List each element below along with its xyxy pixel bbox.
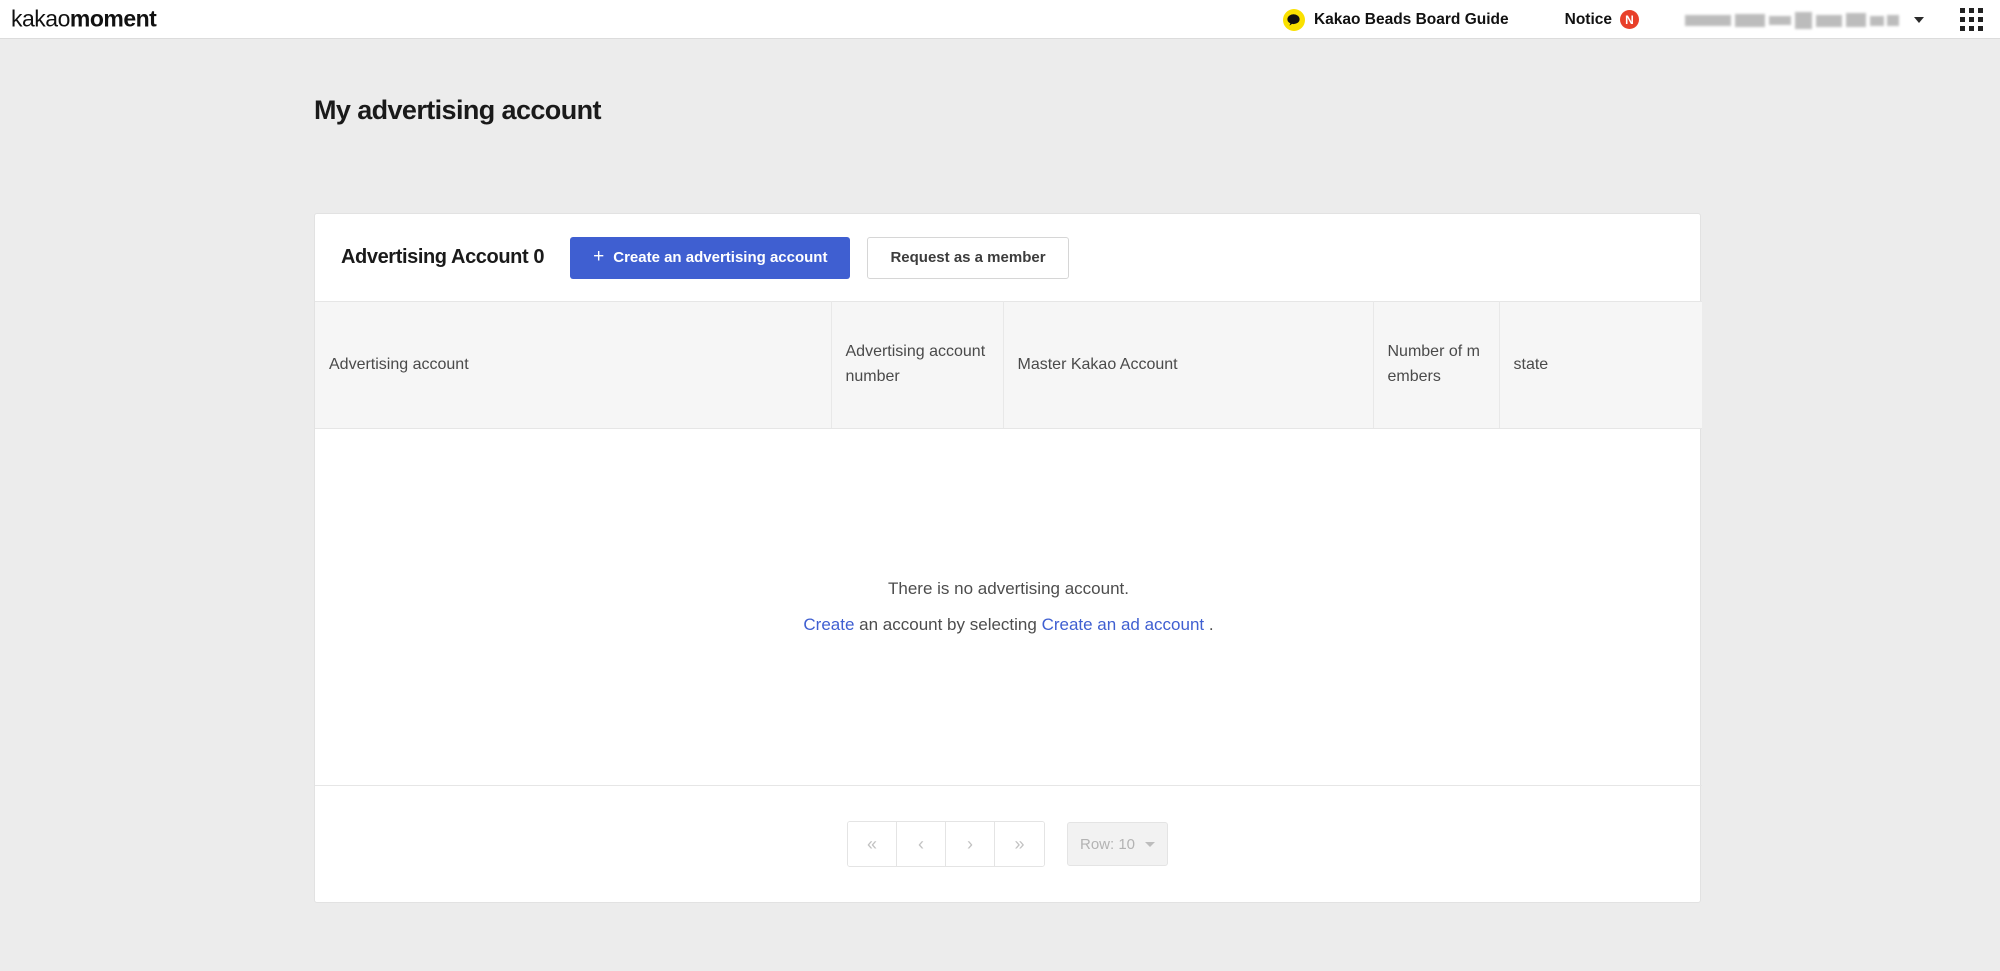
last-page-button[interactable]: » bbox=[995, 822, 1044, 866]
create-link[interactable]: Create bbox=[803, 615, 854, 634]
kakao-beads-board-guide-label: Kakao Beads Board Guide bbox=[1313, 10, 1509, 28]
advertising-account-count-heading: Advertising Account 0 bbox=[341, 246, 545, 268]
first-page-button[interactable]: « bbox=[848, 822, 897, 866]
request-as-member-button[interactable]: Request as a member bbox=[867, 236, 1069, 279]
notice-new-badge: N bbox=[1620, 10, 1639, 29]
brand-logo[interactable]: kakaomoment bbox=[11, 5, 157, 33]
column-header-advertising-account-number[interactable]: Advertising account number bbox=[831, 301, 1004, 429]
empty-state-end-text: . bbox=[1204, 615, 1214, 634]
pagination-controls: « ‹ › » bbox=[847, 821, 1045, 867]
rows-per-page-select[interactable]: Row: 10 bbox=[1067, 822, 1168, 866]
empty-state-primary-text: There is no advertising account. bbox=[888, 579, 1129, 598]
page-title: My advertising account bbox=[314, 95, 601, 125]
pagination-bar: « ‹ › » Row: 10 bbox=[315, 786, 1700, 902]
notice-label: Notice bbox=[1564, 10, 1612, 28]
advertising-account-card: Advertising Account 0 + Create an advert… bbox=[314, 213, 1702, 903]
column-header-state[interactable]: state bbox=[1499, 301, 1702, 429]
chevron-down-icon bbox=[1914, 16, 1924, 23]
create-advertising-account-button[interactable]: + Create an advertising account bbox=[570, 236, 851, 279]
table-empty-row: There is no advertising account. Create … bbox=[315, 428, 1702, 786]
table-body: There is no advertising account. Create … bbox=[315, 428, 1702, 786]
kakao-speech-bubble-icon bbox=[1282, 8, 1305, 31]
notice-link[interactable]: Notice N bbox=[1565, 10, 1639, 29]
card-toolbar: Advertising Account 0 + Create an advert… bbox=[315, 214, 1700, 301]
create-ad-account-link[interactable]: Create an ad account bbox=[1042, 615, 1205, 634]
table-header: Advertising account Advertising account … bbox=[315, 301, 1702, 429]
top-bar-right-group: Kakao Beads Board Guide Notice N bbox=[1282, 0, 2000, 39]
request-as-member-label: Request as a member bbox=[890, 249, 1046, 266]
column-header-number-of-members[interactable]: Number of members bbox=[1373, 301, 1500, 429]
brand-logo-bold: moment bbox=[69, 5, 157, 32]
chevron-down-icon bbox=[1145, 841, 1155, 847]
next-page-button[interactable]: › bbox=[946, 822, 995, 866]
advertising-accounts-table: Advertising account Advertising account … bbox=[315, 301, 1702, 786]
table-header-row: Advertising account Advertising account … bbox=[315, 301, 1702, 429]
empty-state-middle-text: an account by selecting bbox=[854, 615, 1042, 634]
empty-state: There is no advertising account. Create … bbox=[315, 428, 1702, 786]
empty-state-secondary-text: Create an account by selecting Create an… bbox=[315, 615, 1702, 635]
previous-page-button[interactable]: ‹ bbox=[897, 822, 946, 866]
brand-logo-light: kakao bbox=[11, 5, 70, 32]
plus-icon: + bbox=[593, 246, 605, 267]
rows-per-page-label: Row: 10 bbox=[1080, 835, 1136, 853]
top-navigation-bar: kakaomoment Kakao Beads Board Guide Noti… bbox=[0, 0, 2000, 39]
account-menu[interactable] bbox=[1683, 10, 1924, 30]
account-name-masked bbox=[1683, 10, 1901, 30]
create-advertising-account-label: Create an advertising account bbox=[613, 249, 828, 266]
kakao-beads-board-guide-link[interactable]: Kakao Beads Board Guide bbox=[1282, 8, 1509, 31]
column-header-master-kakao-account[interactable]: Master Kakao Account bbox=[1003, 301, 1374, 429]
column-header-advertising-account[interactable]: Advertising account bbox=[315, 301, 832, 429]
apps-grid-icon[interactable] bbox=[1960, 8, 1983, 31]
